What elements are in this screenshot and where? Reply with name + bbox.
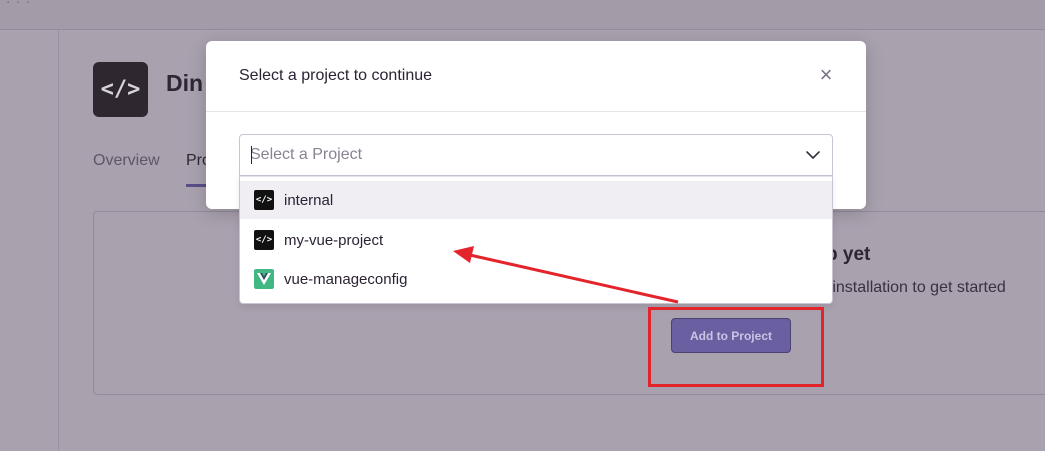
- top-bar-text: · · ·: [6, 0, 32, 9]
- empty-state-description: n installation to get started: [819, 279, 1006, 296]
- vue-logo-icon: [254, 269, 274, 289]
- project-option-label: my-vue-project: [284, 231, 384, 249]
- project-option-my-vue-project[interactable]: </> my-vue-project: [240, 221, 832, 259]
- active-tab-indicator: [186, 184, 208, 187]
- project-select[interactable]: [239, 134, 833, 176]
- project-option-vue-manageconfig[interactable]: vue-manageconfig: [240, 260, 832, 298]
- text-caret: [251, 146, 252, 164]
- modal-title: Select a project to continue: [239, 67, 433, 84]
- code-icon: </>: [254, 190, 274, 210]
- close-icon[interactable]: ×: [817, 64, 835, 86]
- chevron-down-icon[interactable]: [805, 147, 821, 163]
- project-option-label: vue-manageconfig: [284, 270, 408, 288]
- sidebar-divider: [58, 30, 59, 451]
- highlight-box: [648, 307, 824, 387]
- top-bar: · · ·: [0, 0, 1045, 30]
- project-select-input[interactable]: [250, 144, 790, 166]
- modal-header: Select a project to continue ×: [206, 41, 866, 112]
- app-title: Din: [166, 70, 204, 96]
- project-dropdown-list: </> internal </> my-vue-project vue-mana…: [239, 176, 833, 304]
- project-option-internal[interactable]: </> internal: [240, 181, 832, 219]
- project-option-label: internal: [284, 191, 334, 209]
- code-icon: </>: [254, 230, 274, 250]
- app-code-icon: </>: [93, 62, 148, 117]
- tab-overview[interactable]: Overview: [93, 152, 160, 170]
